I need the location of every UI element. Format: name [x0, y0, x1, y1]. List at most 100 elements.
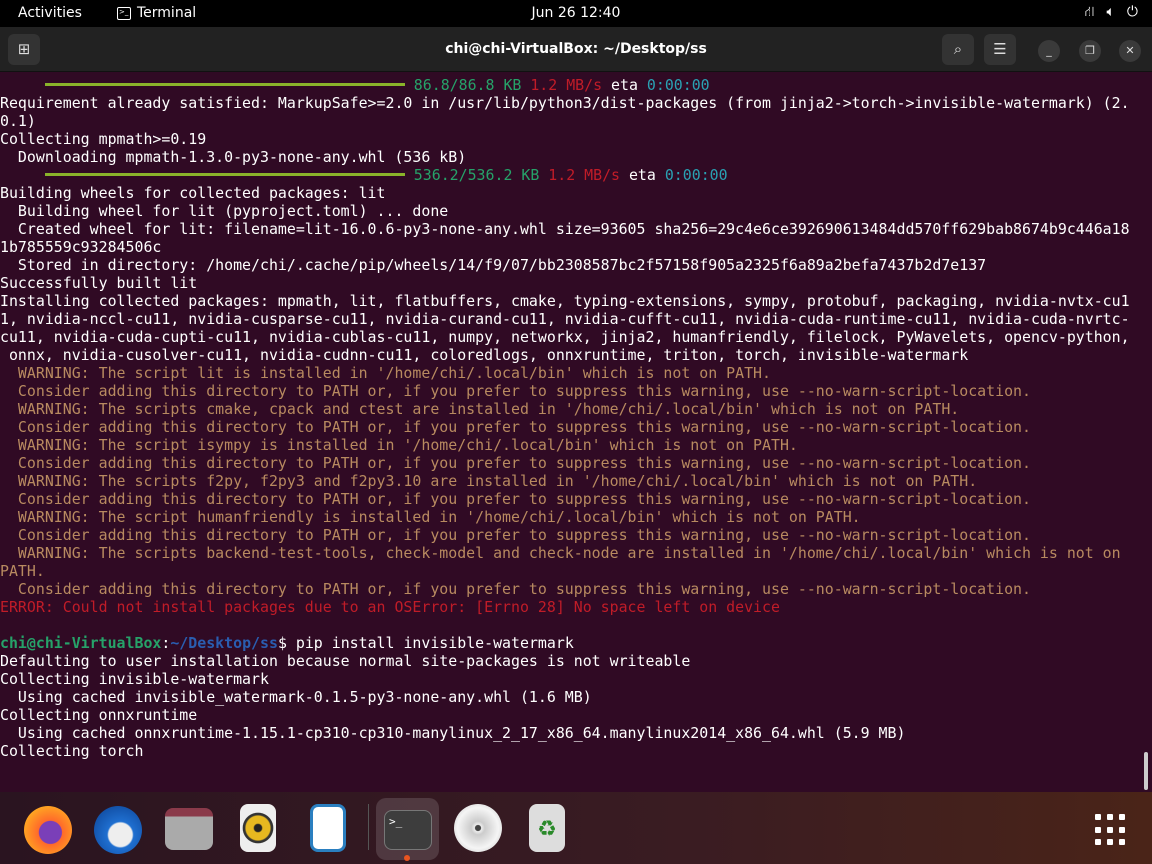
terminal-line: Consider adding this directory to PATH o…: [0, 382, 1152, 400]
terminal-line: Created wheel for lit: filename=lit-16.0…: [0, 220, 1152, 238]
close-button[interactable]: ✕: [1119, 40, 1141, 62]
terminal-headerbar: ⊞ chi@chi-VirtualBox: ~/Desktop/ss ⌕ ☰ _…: [0, 27, 1152, 72]
terminal-line: chi@chi-VirtualBox:~/Desktop/ss$ pip ins…: [0, 634, 1152, 652]
terminal-line: Downloading mpmath-1.3.0-py3-none-any.wh…: [0, 148, 1152, 166]
terminal-line: Collecting torch: [0, 742, 1152, 760]
search-icon: ⌕: [953, 40, 963, 58]
terminal-line: Consider adding this directory to PATH o…: [0, 454, 1152, 472]
terminal-text: Consider adding this directory to PATH o…: [0, 418, 1031, 436]
dock: >_ ♻: [0, 792, 1152, 864]
disc-icon[interactable]: [454, 804, 502, 852]
terminal-text: ~/Desktop/ss: [170, 634, 278, 652]
terminal-text: onnx, nvidia-cusolver-cu11, nvidia-cudnn…: [0, 346, 969, 364]
terminal-line: Defaulting to user installation because …: [0, 652, 1152, 670]
terminal-line: 0.1): [0, 112, 1152, 130]
terminal-text: PATH.: [0, 562, 45, 580]
terminal-text: cu11, nvidia-cuda-cupti-cu11, nvidia-cub…: [0, 328, 1130, 346]
terminal-text: WARNING: The scripts backend-test-tools,…: [0, 544, 1121, 562]
scrollbar[interactable]: [1144, 752, 1148, 790]
terminal-text: Created wheel for lit: filename=lit-16.0…: [0, 220, 1130, 238]
terminal-text: 1.2 MB/s: [539, 166, 620, 184]
search-button[interactable]: ⌕: [942, 34, 974, 65]
terminal-line: cu11, nvidia-cuda-cupti-cu11, nvidia-cub…: [0, 328, 1152, 346]
window-title: chi@chi-VirtualBox: ~/Desktop/ss: [445, 41, 707, 57]
terminal-line: 1b785559c93284506c: [0, 238, 1152, 256]
terminal-output[interactable]: 86.8/86.8 KB 1.2 MB/s eta 0:00:00 Require…: [0, 76, 1152, 790]
terminal-text: eta: [602, 76, 647, 94]
system-tray[interactable]: ⛙ 🔈︎ ⏻: [1085, 4, 1138, 22]
writer-icon[interactable]: [310, 804, 346, 852]
terminal-text: Collecting torch: [0, 742, 144, 760]
show-apps-button[interactable]: [1095, 814, 1129, 846]
terminal-line: Stored in directory: /home/chi/.cache/pi…: [0, 256, 1152, 274]
terminal-text: Stored in directory: /home/chi/.cache/pi…: [0, 256, 987, 274]
terminal-text: Collecting mpmath>=0.19: [0, 130, 207, 148]
terminal-text: :: [161, 634, 171, 652]
terminal-line: Successfully built lit: [0, 274, 1152, 292]
terminal-text: Consider adding this directory to PATH o…: [0, 382, 1031, 400]
terminal-text: Consider adding this directory to PATH o…: [0, 454, 1031, 472]
terminal-text: Building wheels for collected packages: …: [0, 184, 386, 202]
terminal-line: PATH.: [0, 562, 1152, 580]
terminal-line: ERROR: Could not install packages due to…: [0, 598, 1152, 616]
terminal-line: Requirement already satisfied: MarkupSaf…: [0, 94, 1152, 112]
terminal-dock-icon[interactable]: >_: [384, 810, 432, 850]
power-icon: ⏻: [1126, 4, 1138, 20]
terminal-text: WARNING: The scripts f2py, f2py3 and f2p…: [0, 472, 978, 490]
maximize-button[interactable]: ❐: [1079, 40, 1101, 62]
terminal-text: WARNING: The scripts cmake, cpack and ct…: [0, 400, 960, 418]
terminal-text: Defaulting to user installation because …: [0, 652, 691, 670]
terminal-line: Using cached onnxruntime-1.15.1-cp310-cp…: [0, 724, 1152, 742]
terminal-line: 86.8/86.8 KB 1.2 MB/s eta 0:00:00: [0, 76, 1152, 94]
dock-separator: [368, 804, 369, 850]
terminal-line: WARNING: The scripts backend-test-tools,…: [0, 544, 1152, 562]
terminal-line: Consider adding this directory to PATH o…: [0, 490, 1152, 508]
terminal-line: Building wheel for lit (pyproject.toml) …: [0, 202, 1152, 220]
terminal-line: Collecting onnxruntime: [0, 706, 1152, 724]
trash-icon[interactable]: ♻: [529, 804, 565, 852]
terminal-text: Installing collected packages: mpmath, l…: [0, 292, 1130, 310]
terminal-text: WARNING: The script lit is installed in …: [0, 364, 771, 382]
terminal-text: 536.2/536.2 KB: [404, 166, 540, 184]
terminal-line: WARNING: The script lit is installed in …: [0, 364, 1152, 382]
terminal-line: 536.2/536.2 KB 1.2 MB/s eta 0:00:00: [0, 166, 1152, 184]
terminal-text: Requirement already satisfied: MarkupSaf…: [0, 94, 1130, 112]
terminal-text: eta: [620, 166, 665, 184]
terminal-text: 1.2 MB/s: [521, 76, 603, 94]
terminal-line: WARNING: The scripts cmake, cpack and ct…: [0, 400, 1152, 418]
terminal-text: ERROR: Could not install packages due to…: [0, 598, 780, 616]
top-bar: Activities >_ Terminal Jun 26 12:40 ⛙ 🔈︎ ⏻: [0, 0, 1152, 27]
terminal-line: Building wheels for collected packages: …: [0, 184, 1152, 202]
terminal-text: 86.8/86.8 KB: [404, 76, 522, 94]
terminal-text: 1b785559c93284506c: [0, 238, 162, 256]
terminal-text: Using cached onnxruntime-1.15.1-cp310-cp…: [0, 724, 906, 742]
firefox-icon[interactable]: [24, 806, 72, 854]
terminal-line: Using cached invisible_watermark-0.1.5-p…: [0, 688, 1152, 706]
rhythmbox-icon[interactable]: [240, 804, 276, 852]
terminal-line: Installing collected packages: mpmath, l…: [0, 292, 1152, 310]
menu-button[interactable]: ☰: [984, 34, 1016, 65]
progress-bar: [44, 83, 405, 86]
terminal-text: $ pip install invisible-watermark: [277, 634, 574, 652]
thunderbird-icon[interactable]: [94, 806, 142, 854]
terminal-text: Consider adding this directory to PATH o…: [0, 526, 1031, 544]
terminal-text: Successfully built lit: [0, 274, 198, 292]
running-indicator: [404, 855, 410, 861]
clock[interactable]: Jun 26 12:40: [0, 5, 1152, 21]
terminal-text: WARNING: The script humanfriendly is ins…: [0, 508, 861, 526]
terminal-line: WARNING: The script humanfriendly is ins…: [0, 508, 1152, 526]
minimize-button[interactable]: _: [1038, 40, 1060, 62]
terminal-line: 1, nvidia-nccl-cu11, nvidia-cusparse-cu1…: [0, 310, 1152, 328]
terminal-text: Downloading mpmath-1.3.0-py3-none-any.wh…: [0, 148, 467, 166]
terminal-text: Using cached invisible_watermark-0.1.5-p…: [0, 688, 592, 706]
terminal-text: chi@chi-VirtualBox: [0, 634, 162, 652]
terminal-line: Consider adding this directory to PATH o…: [0, 580, 1152, 598]
terminal-text: Consider adding this directory to PATH o…: [0, 580, 1031, 598]
files-icon[interactable]: [165, 808, 213, 850]
terminal-line: Collecting invisible-watermark: [0, 670, 1152, 688]
hamburger-icon: ☰: [993, 40, 1007, 58]
progress-bar: [44, 173, 405, 176]
